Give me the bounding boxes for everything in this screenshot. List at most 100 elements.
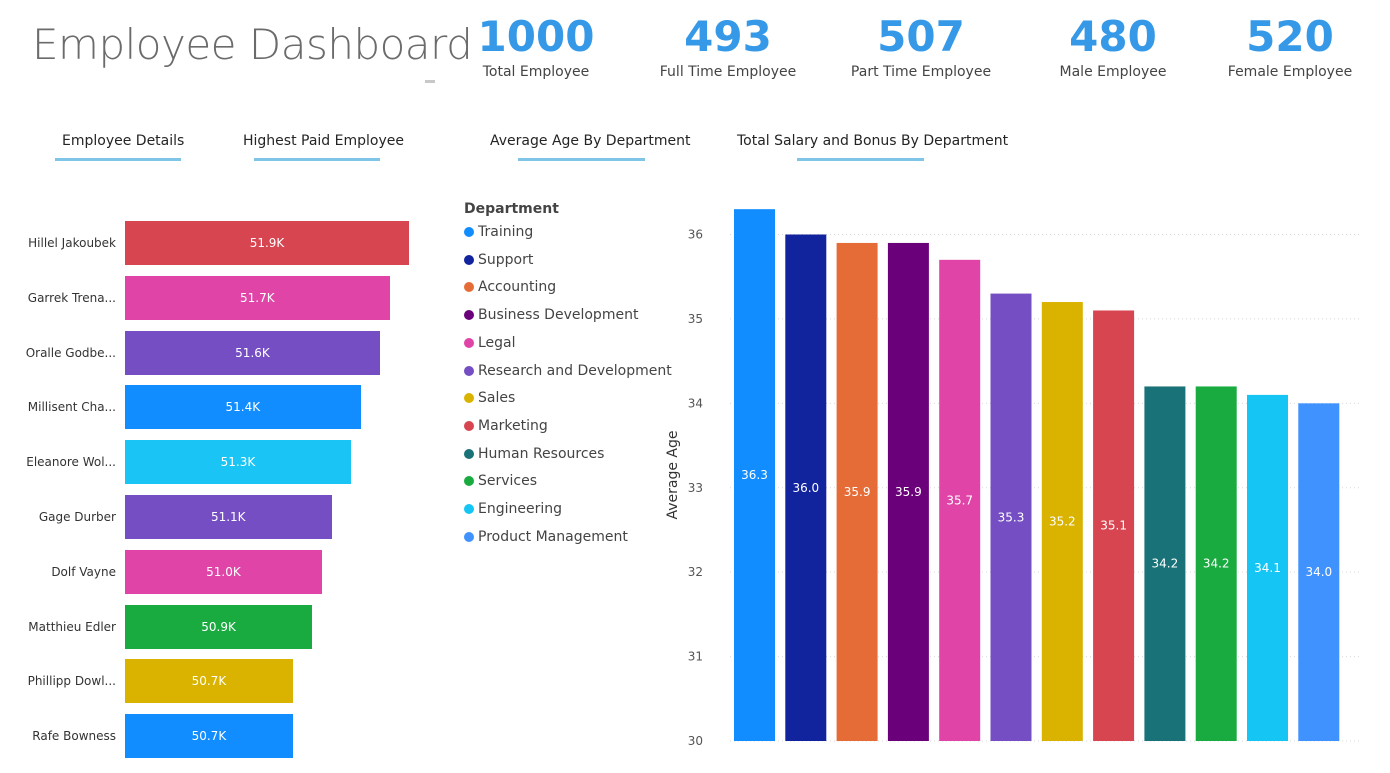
legend-label: Sales: [478, 390, 516, 407]
legend-item[interactable]: Engineering: [464, 501, 562, 517]
legend-dot-icon: [464, 282, 474, 293]
legend-item[interactable]: Product Management: [464, 529, 628, 545]
legend-dot-icon: [464, 420, 474, 431]
employee-name-label: Hillel Jakoubek: [28, 236, 116, 250]
kpi-full-time-employee: 493 Full Time Employee: [633, 12, 823, 80]
employee-salary-bar[interactable]: 51.3K: [125, 440, 351, 485]
kpi-value: 507: [877, 12, 965, 61]
legend-item[interactable]: Human Resources: [464, 446, 604, 462]
bar-data-label: 35.1: [1100, 519, 1127, 533]
tab-underline: [254, 158, 380, 161]
employee-name-label: Gage Durber: [38, 510, 116, 524]
legend-dot-icon: [464, 448, 474, 459]
title-divider: [425, 80, 435, 83]
legend-item[interactable]: Sales: [464, 390, 515, 406]
kpi-female-employee: 520 Female Employee: [1195, 12, 1385, 80]
legend-label: Human Resources: [478, 445, 605, 462]
bar-data-label: 34.2: [1203, 557, 1230, 571]
bar-data-label: 34.2: [1152, 557, 1179, 571]
kpi-label: Female Employee: [1227, 64, 1353, 80]
legend-label: Marketing: [478, 417, 548, 434]
bar-data-label: 35.3: [998, 510, 1025, 524]
tab-employee-details[interactable]: Employee Details: [62, 133, 184, 149]
employee-salary-bar[interactable]: 51.7K: [125, 275, 390, 320]
legend-dot-icon: [464, 531, 474, 542]
legend-item[interactable]: Legal: [464, 335, 516, 351]
tab-average-age-by-department[interactable]: Average Age By Department: [490, 133, 691, 149]
kpi-part-time-employee: 507 Part Time Employee: [826, 12, 1016, 80]
legend-dot-icon: [464, 365, 474, 376]
bar-data-label: 35.9: [895, 485, 922, 499]
tab-highest-paid-employee[interactable]: Highest Paid Employee: [243, 133, 404, 149]
kpi-value: 1000: [477, 12, 595, 61]
kpi-label: Full Time Employee: [659, 64, 797, 80]
legend-dot-icon: [464, 254, 474, 265]
employee-name-label: Millisent Cha...: [27, 400, 116, 415]
kpi-total-employee: 1000 Total Employee: [441, 12, 631, 80]
tab-underline: [797, 158, 924, 161]
bar-data-label: 36.3: [741, 468, 768, 482]
bar-data-label: 35.9: [844, 485, 871, 499]
legend-label: Support: [478, 251, 534, 268]
tab-total-salary-bonus-by-department[interactable]: Total Salary and Bonus By Department: [737, 133, 1008, 149]
kpi-value: 520: [1246, 12, 1334, 61]
employee-salary-bar[interactable]: 50.7K: [125, 659, 293, 704]
bar-data-label: 34.1: [1254, 561, 1281, 575]
y-axis-label: Average Age: [665, 430, 681, 520]
legend-label: Training: [478, 224, 534, 240]
employee-name-label: Dolf Vayne: [51, 564, 116, 579]
legend-label: Accounting: [478, 279, 557, 296]
y-tick-label: 35: [688, 312, 703, 326]
y-tick-label: 31: [688, 650, 703, 664]
legend-item[interactable]: Business Development: [464, 307, 638, 323]
legend-dot-icon: [464, 337, 474, 348]
legend-label: Business Development: [478, 307, 639, 324]
kpi-value: 493: [684, 12, 772, 61]
dashboard-title: Employee Dashboard: [32, 20, 473, 69]
employee-salary-bar[interactable]: 51.1K: [125, 495, 332, 539]
tab-underline: [518, 158, 645, 161]
legend-item[interactable]: Accounting: [464, 279, 556, 295]
employee-name-label: Phillipp Dowl...: [27, 674, 116, 689]
legend-item[interactable]: Research and Development: [464, 363, 672, 379]
employee-salary-bar[interactable]: 50.9K: [125, 604, 313, 649]
tab-underline: [55, 158, 181, 161]
kpi-label: Total Employee: [482, 64, 590, 80]
legend-item[interactable]: Support: [464, 252, 533, 268]
y-tick-label: 34: [688, 396, 703, 410]
legend-dot-icon: [464, 227, 474, 237]
legend-dot-icon: [464, 504, 474, 514]
bar-data-label: 34.0: [1305, 565, 1332, 579]
employee-salary-bar[interactable]: 51.6K: [125, 330, 380, 375]
legend-dot-icon: [464, 310, 474, 321]
bar-data-label: 35.7: [946, 493, 973, 507]
y-tick-label: 36: [688, 228, 703, 242]
bar-data-label: 36.0: [792, 481, 819, 495]
employee-salary-bar[interactable]: 51.0K: [125, 549, 322, 594]
employee-name-label: Garrek Trena...: [27, 290, 116, 305]
employee-name-label: Eleanore Wol...: [26, 455, 116, 470]
kpi-value: 480: [1069, 12, 1157, 61]
legend-item[interactable]: Training: [464, 224, 533, 240]
employee-name-label: Rafe Bowness: [32, 729, 116, 744]
legend-label: Services: [478, 473, 538, 490]
legend-label: Engineering: [478, 501, 562, 517]
average-age-by-department-chart: 30 31 32 33 34 35 36 36.3 36.0 35.9 35.9 35.7 35.3 35…: [688, 209, 1360, 748]
employee-salary-bar[interactable]: 50.7K: [125, 714, 293, 759]
legend-label: Research and Development: [478, 362, 672, 379]
legend-label: Legal: [478, 334, 516, 351]
kpi-male-employee: 480 Male Employee: [1018, 12, 1208, 80]
employee-name-label: Matthieu Edler: [28, 619, 116, 634]
employee-salary-bar[interactable]: 51.9K: [125, 221, 409, 265]
employee-salary-bar[interactable]: 51.4K: [125, 385, 361, 430]
y-tick-label: 30: [688, 734, 703, 748]
legend-label: Product Management: [478, 528, 628, 545]
bar-data-label: 35.2: [1049, 515, 1076, 529]
legend-item[interactable]: Services: [464, 473, 537, 489]
kpi-label: Male Employee: [1059, 64, 1167, 80]
y-tick-label: 33: [688, 481, 703, 495]
legend-dot-icon: [464, 476, 474, 487]
legend-dot-icon: [464, 393, 474, 404]
employee-name-label: Oralle Godbe...: [25, 345, 116, 360]
legend-item[interactable]: Marketing: [464, 418, 548, 434]
